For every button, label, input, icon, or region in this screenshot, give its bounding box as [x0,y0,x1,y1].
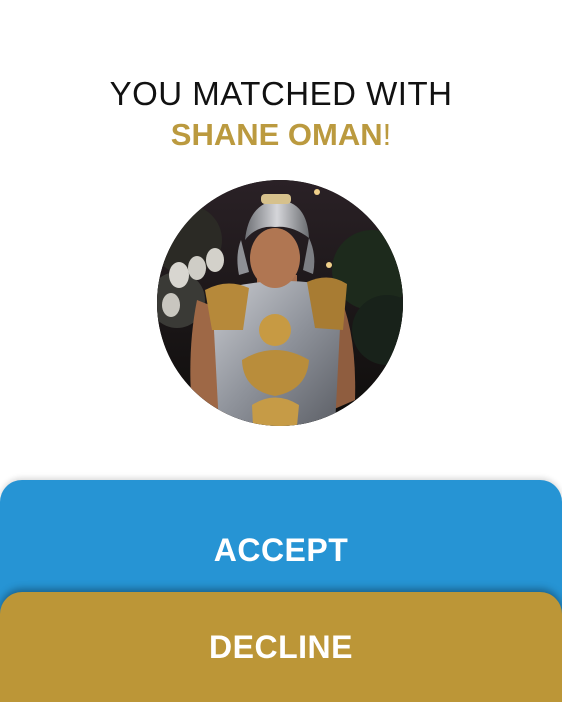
avatar [157,180,403,426]
match-screen: YOU MATCHED WITH SHANE OMAN! ACCEPT DECL… [0,0,562,702]
avatar-photo [157,180,403,426]
match-exclaim: ! [382,117,392,152]
match-name: SHANE OMAN [170,117,383,152]
match-name-line: SHANE OMAN! [0,115,562,155]
decline-button[interactable]: DECLINE [0,592,562,702]
match-headline: YOU MATCHED WITH [109,75,453,112]
